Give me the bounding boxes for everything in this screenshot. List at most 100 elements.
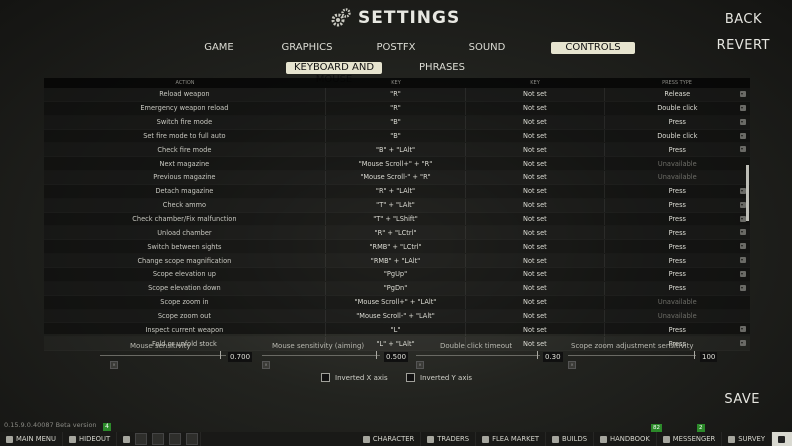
key-cell[interactable]: "R" [324,88,465,101]
alt-key-cell[interactable]: Not set [465,212,603,226]
table-row[interactable]: Scope zoom out "Mouse Scroll-" + "LAlt" No… [44,309,750,324]
key-cell[interactable]: "R" + "LAlt" [324,184,465,198]
tab-graphics[interactable]: GRAPHICS [281,42,333,54]
survey-button[interactable]: SURVEY [722,432,772,446]
key-cell[interactable]: "PgUp" [324,267,465,281]
hideout-button[interactable]: HIDEOUT [63,432,118,446]
alt-key-cell[interactable]: Not set [465,198,603,212]
group-slot-3[interactable] [169,433,182,445]
mouse-sensitivity-slider[interactable] [100,355,226,356]
chevron-down-icon[interactable] [739,270,746,277]
chevron-down-icon[interactable] [739,146,746,153]
key-cell[interactable]: "T" + "LAlt" [324,198,465,212]
mouse-sensitivity-aiming-slider[interactable] [262,355,380,356]
table-row[interactable]: Check chamber/Fix malfunction "T" + "LShi… [44,212,750,227]
handbook-button[interactable]: HANDBOOK [594,432,657,446]
press-type-select[interactable]: Press [603,226,750,240]
subtab-keyboard-and-mouse[interactable]: KEYBOARD AND MOUSE [286,62,382,85]
chevron-down-icon[interactable] [739,340,746,347]
alt-key-cell[interactable]: Not set [465,129,603,143]
double-click-timeout-knob[interactable] [537,351,538,359]
table-row[interactable]: Switch fire mode "B" Not set Press [44,115,750,130]
settings-button[interactable] [772,432,792,446]
alt-key-cell[interactable]: Not set [465,115,603,129]
scope-zoom-sensitivity-slider[interactable] [568,355,696,356]
key-cell[interactable]: "Mouse Scroll+" + "R" [324,157,465,171]
alt-key-cell[interactable]: Not set [465,226,603,240]
traders-button[interactable]: TRADERS [421,432,477,446]
mouse-sensitivity-knob[interactable] [220,351,221,359]
chevron-down-icon[interactable] [739,326,746,333]
invert-x-box[interactable] [321,373,330,382]
press-type-select[interactable]: Double click [603,129,750,143]
press-type-select[interactable]: Press [603,240,750,254]
alt-key-cell[interactable]: Not set [465,309,603,323]
key-cell[interactable]: "T" + "LShift" [324,212,465,226]
press-type-select[interactable]: Double click [603,101,750,115]
chevron-down-icon[interactable] [739,118,746,125]
builds-button[interactable]: BUILDS [546,432,595,446]
key-cell[interactable]: "R" + "LCtrl" [324,226,465,240]
table-row[interactable]: Unload chamber "R" + "LCtrl" Not set Press [44,226,750,240]
alt-key-cell[interactable]: Not set [465,171,603,184]
key-cell[interactable]: "B" [324,129,465,143]
table-row[interactable]: Switch between sights "RMB" + "LCtrl" Not … [44,240,750,254]
press-type-select[interactable]: Press [603,267,750,281]
key-cell[interactable]: "B" + "LAlt" [324,143,465,157]
table-row[interactable]: Scope elevation up "PgUp" Not set Press [44,267,750,282]
tab-sound[interactable]: SOUND [467,42,507,54]
messenger-button[interactable]: MESSENGER [657,432,723,446]
key-cell[interactable]: "Mouse Scroll-" + "LAlt" [324,309,465,323]
invert-x-checkbox[interactable]: Inverted X axis [321,373,388,382]
alt-key-cell[interactable]: Not set [465,240,603,254]
table-row[interactable]: Inspect current weapon "L" Not set Press [44,323,750,337]
table-scrollbar[interactable] [746,165,749,221]
alt-key-cell[interactable]: Not set [465,157,603,171]
table-row[interactable]: Set fire mode to full auto "B" Not set Doub… [44,129,750,144]
mouse-sensitivity-reset[interactable]: × [110,361,118,369]
tab-postfx[interactable]: POSTFX [375,42,417,54]
table-row[interactable]: Change scope magnification "RMB" + "LAlt"… [44,254,750,268]
group-slot-4[interactable] [186,433,199,445]
key-cell[interactable]: "L" [324,323,465,337]
invert-y-checkbox[interactable]: Inverted Y axis [406,373,472,382]
press-type-select[interactable]: Release [603,88,750,101]
group-slot-2[interactable] [152,433,165,445]
invert-y-box[interactable] [406,373,415,382]
press-type-select[interactable]: Press [603,254,750,267]
chevron-down-icon[interactable] [739,91,746,97]
table-row[interactable]: Scope zoom in "Mouse Scroll+" + "LAlt" Not… [44,295,750,310]
mouse-sensitivity-aiming-reset[interactable]: × [262,361,270,369]
press-type-select[interactable]: Press [603,323,750,337]
character-button[interactable]: CHARACTER [357,432,422,446]
table-row[interactable]: Previous magazine "Mouse Scroll-" + "R" No… [44,171,750,185]
table-row[interactable]: Reload weapon "R" Not set Release [44,88,750,102]
press-type-select[interactable]: Press [603,184,750,198]
double-click-timeout-value[interactable]: 0.30 [543,352,563,362]
alt-key-cell[interactable]: Not set [465,295,603,309]
revert-button[interactable]: REVERT [717,38,770,53]
table-row[interactable]: Detach magazine "R" + "LAlt" Not set Press [44,184,750,199]
tab-controls[interactable]: CONTROLS [551,42,635,54]
scope-zoom-sensitivity-reset[interactable]: × [568,361,576,369]
table-row[interactable]: Scope elevation down "PgDn" Not set Press [44,281,750,296]
mouse-sensitivity-value[interactable]: 0.700 [228,352,253,362]
group-slot-1[interactable] [135,433,148,445]
key-cell[interactable]: "B" [324,115,465,129]
mouse-sensitivity-aiming-knob[interactable] [376,351,377,359]
press-type-select[interactable]: Press [603,198,750,212]
press-type-select[interactable]: Press [603,281,750,295]
key-cell[interactable]: "R" [324,101,465,115]
chevron-down-icon[interactable] [739,132,746,139]
press-type-select[interactable]: Press [603,143,750,157]
key-cell[interactable]: "Mouse Scroll+" + "LAlt" [324,295,465,309]
alt-key-cell[interactable]: Not set [465,88,603,101]
key-cell[interactable]: "RMB" + "LAlt" [324,254,465,267]
back-button[interactable]: BACK [725,12,762,27]
scope-zoom-sensitivity-value[interactable]: 100 [700,352,718,362]
table-row[interactable]: Check fire mode "B" + "LAlt" Not set Press [44,143,750,157]
key-cell[interactable]: "Mouse Scroll-" + "R" [324,171,465,184]
alt-key-cell[interactable]: Not set [465,323,603,337]
table-row[interactable]: Emergency weapon reload "R" Not set Double … [44,101,750,116]
flea-market-button[interactable]: FLEA MARKET [476,432,547,446]
